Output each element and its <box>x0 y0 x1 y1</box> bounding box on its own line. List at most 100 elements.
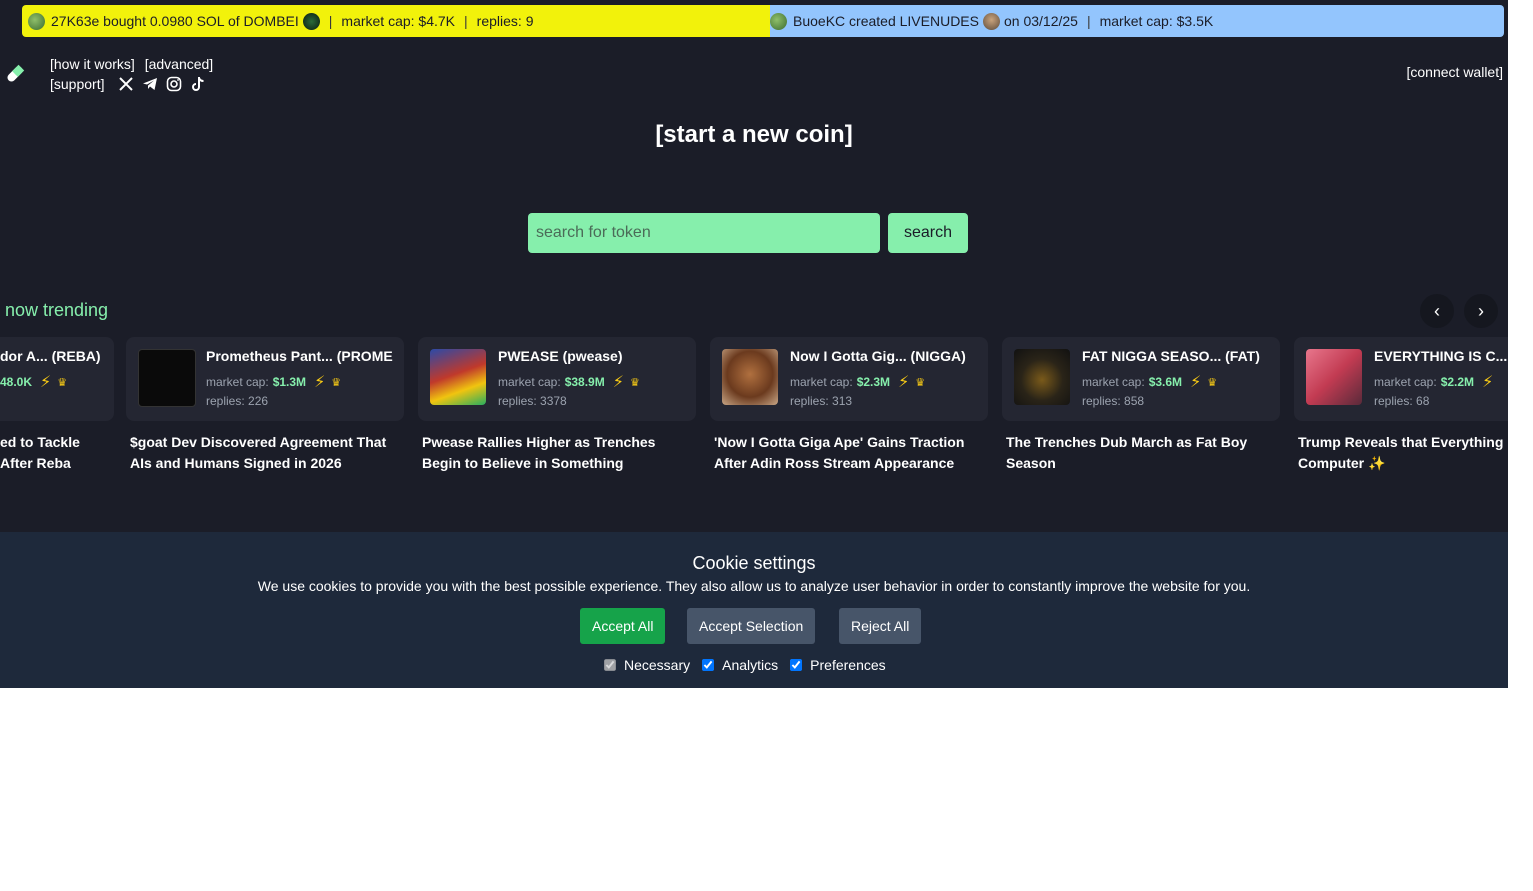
start-new-coin-link[interactable]: [start a new coin] <box>0 121 1508 149</box>
market-cap-label: market cap: <box>790 375 853 389</box>
connect-wallet-button[interactable]: [connect wallet] <box>1407 64 1504 80</box>
cookie-title: Cookie settings <box>692 553 816 573</box>
coin-image <box>430 349 486 405</box>
market-cap-value: $1.3M <box>272 375 307 389</box>
trending-headline[interactable]: The Trenches Dub March as Fat Boy Season <box>1006 432 1284 474</box>
reject-all-button[interactable]: Reject All <box>839 608 922 644</box>
option-label: Analytics <box>722 657 779 673</box>
trending-card[interactable]: FAT NIGGA SEASO... (FAT) market cap: $3.… <box>1002 337 1280 421</box>
preferences-option[interactable]: Preferences <box>790 657 886 673</box>
option-label: Necessary <box>624 657 691 673</box>
ticker-item-buy[interactable]: 27K63e bought 0.0980 SOL of DOMBEI | mar… <box>22 5 770 37</box>
headline-line: AIs and Humans Signed in 2026 <box>130 455 342 471</box>
crown-icon: ♛ <box>1207 376 1218 389</box>
trending-headline[interactable]: ed to Tackle After Reba <box>0 432 110 474</box>
coin-avatar <box>982 12 1000 30</box>
headline-line: Trump Reveals that Everything <box>1298 434 1504 450</box>
coin-avatar <box>302 12 320 30</box>
tiktok-icon[interactable] <box>190 76 206 92</box>
carousel-prev-button[interactable]: ‹ <box>1420 294 1454 328</box>
accept-all-button[interactable]: Accept All <box>580 608 666 644</box>
cookie-options: Necessary Analytics Preferences <box>604 657 898 673</box>
crown-icon: ♛ <box>629 376 640 389</box>
coin-image <box>138 349 196 407</box>
headline-line: Pwease Rallies Higher as Trenches <box>422 434 656 450</box>
market-cap-label: market cap: <box>1082 375 1145 389</box>
option-label: Preferences <box>810 657 886 673</box>
analytics-option[interactable]: Analytics <box>702 657 778 673</box>
ticker-text: BuoeKC created LIVENUDES <box>793 13 979 29</box>
now-trending-heading: now trending <box>5 300 109 320</box>
how-it-works-link[interactable]: [how it works] <box>50 56 135 72</box>
search-input[interactable] <box>528 213 880 253</box>
coin-market-cap: 48.0K ⚡︎ ♛ <box>0 372 67 392</box>
preferences-checkbox[interactable] <box>790 659 803 671</box>
coin-market-cap: market cap: $1.3M ⚡︎ ♛ <box>206 372 341 392</box>
pill-logo-icon[interactable] <box>4 63 26 85</box>
coin-replies: replies: 226 <box>206 394 269 408</box>
coin-name: dor A... (REBA) <box>0 348 101 364</box>
headline-line: 'Now I Gotta Giga Ape' Gains Traction <box>714 434 965 450</box>
activity-ticker: 27K63e bought 0.0980 SOL of DOMBEI | mar… <box>22 5 1504 37</box>
x-twitter-icon[interactable] <box>118 76 134 92</box>
market-cap-label: market cap: <box>206 375 269 389</box>
coin-replies: replies: 313 <box>790 394 853 408</box>
coin-market-cap: market cap: $2.2M ⚡︎ <box>1374 372 1493 392</box>
chevron-right-icon: › <box>1478 300 1484 321</box>
analytics-checkbox[interactable] <box>702 659 715 671</box>
carousel-next-button[interactable]: › <box>1464 294 1498 328</box>
telegram-icon[interactable] <box>142 76 158 92</box>
coin-replies: replies: 858 <box>1082 394 1145 408</box>
trending-card[interactable]: Now I Gotta Gig... (NIGGA) market cap: $… <box>710 337 988 421</box>
user-avatar <box>770 12 787 30</box>
trending-headline[interactable]: Pwease Rallies Higher as Trenches Begin … <box>422 432 700 474</box>
cookie-description: We use cookies to provide you with the b… <box>257 578 1251 594</box>
advanced-link[interactable]: [advanced] <box>145 56 214 72</box>
trending-headline[interactable]: 'Now I Gotta Giga Ape' Gains Traction Af… <box>714 432 992 474</box>
coin-image <box>722 349 778 405</box>
market-cap-label: market cap: <box>1374 375 1437 389</box>
headline-line: The Trenches Dub March as Fat Boy <box>1006 434 1248 450</box>
chevron-left-icon: ‹ <box>1434 300 1440 321</box>
headline-line: Computer ✨ <box>1298 455 1386 471</box>
support-link[interactable]: [support] <box>50 74 104 94</box>
trending-card[interactable]: EVERYTHING IS C... market cap: $2.2M ⚡︎ … <box>1294 337 1508 421</box>
headline-line: $goat Dev Discovered Agreement That <box>130 434 387 450</box>
headline-line: ed to Tackle <box>0 434 80 450</box>
coin-name: Prometheus Pant... (PROME <box>206 348 393 364</box>
trending-card[interactable]: Prometheus Pant... (PROME market cap: $1… <box>126 337 404 421</box>
ticker-market-cap: market cap: $3.5K <box>1099 13 1214 29</box>
coin-name: PWEASE (pwease) <box>498 348 623 364</box>
cookie-banner: Cookie settings We use cookies to provid… <box>0 532 1508 688</box>
necessary-option: Necessary <box>604 657 690 673</box>
search-button[interactable]: search <box>888 213 968 253</box>
ticker-date: on 03/12/25 <box>1003 13 1078 29</box>
headline-line: After Adin Ross Stream Appearance <box>714 455 955 471</box>
accept-selection-button[interactable]: Accept Selection <box>687 608 816 644</box>
headline-line: Begin to Believe in Something <box>422 455 624 471</box>
lightning-icon: ⚡︎ <box>898 374 910 391</box>
top-nav: [how it works] [advanced] [support] <box>50 54 219 94</box>
separator: | <box>328 13 333 29</box>
trending-headline[interactable]: $goat Dev Discovered Agreement That AIs … <box>130 432 408 474</box>
trending-headline[interactable]: Trump Reveals that Everything Computer ✨ <box>1298 432 1508 474</box>
ticker-market-cap: market cap: $4.7K <box>341 13 456 29</box>
necessary-checkbox <box>604 659 616 671</box>
ticker-text: 27K63e bought 0.0980 SOL of DOMBEI <box>51 13 299 29</box>
app-root: 27K63e bought 0.0980 SOL of DOMBEI | mar… <box>0 0 1508 688</box>
coin-market-cap: market cap: $38.9M ⚡︎ ♛ <box>498 372 640 392</box>
ticker-replies: replies: 9 <box>476 13 534 29</box>
ticker-item-create[interactable]: BuoeKC created LIVENUDES on 03/12/25 | m… <box>770 5 1504 37</box>
trending-card[interactable]: dor A... (REBA) 48.0K ⚡︎ ♛ <box>0 337 114 421</box>
headline-line: After Reba <box>0 455 71 471</box>
coin-name: Now I Gotta Gig... (NIGGA) <box>790 348 966 364</box>
user-avatar <box>28 12 45 30</box>
market-cap-value: $3.6M <box>1148 375 1183 389</box>
coin-replies: replies: 68 <box>1374 394 1430 408</box>
separator: | <box>464 13 468 29</box>
crown-icon: ♛ <box>331 376 342 389</box>
market-cap-value: 48.0K <box>0 375 33 389</box>
trending-card[interactable]: PWEASE (pwease) market cap: $38.9M ⚡︎ ♛ … <box>418 337 696 421</box>
coin-image <box>1014 349 1070 405</box>
instagram-icon[interactable] <box>166 76 182 92</box>
